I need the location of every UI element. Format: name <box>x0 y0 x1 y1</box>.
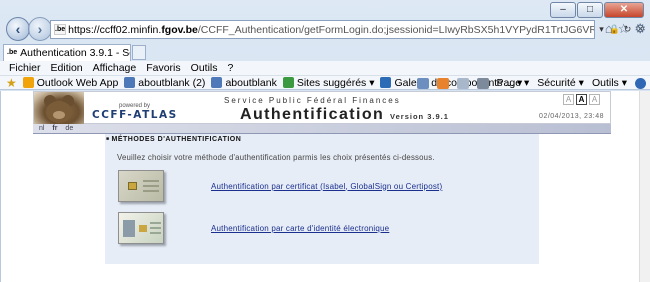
tab-bar: .be Authentication 3.9.1 - Ser... ✕ <box>0 43 650 61</box>
command-bar: Page ▾ Sécurité ▾ Outils ▾ <box>409 76 646 90</box>
method-certificate: Authentification par certificat (Isabel,… <box>118 170 442 202</box>
suggested-sites-icon <box>282 77 294 88</box>
menu-edition[interactable]: Edition <box>51 62 83 74</box>
tab-authentication[interactable]: .be Authentication 3.9.1 - Ser... ✕ <box>3 44 131 61</box>
date-time: 02/04/2013, 23:48 <box>539 113 604 120</box>
page-header: powered by CCFF-ATLAS Service Public Féd… <box>33 91 611 125</box>
favorites-add-icon[interactable]: ★ <box>6 76 17 90</box>
page-title: Authentification Version 3.9.1 <box>240 106 449 124</box>
title-text: Authentification <box>240 106 385 123</box>
certificate-auth-link[interactable]: Authentification par certificat (Isabel,… <box>211 182 442 191</box>
eid-auth-link[interactable]: Authentification par carte d'identité él… <box>211 224 389 233</box>
menu-help[interactable]: ? <box>228 62 234 74</box>
text-size-medium[interactable]: A <box>576 94 587 105</box>
version-label: Version 3.9.1 <box>390 112 449 121</box>
favorites-star-icon[interactable]: ☆ <box>618 21 630 37</box>
lang-de[interactable]: de <box>65 125 73 132</box>
url-prefix: https://ccff02.minfin. <box>68 23 162 36</box>
menu-bar: Fichier Edition Affichage Favoris Outils… <box>0 61 650 76</box>
logo-name: CCFF-ATLAS <box>92 109 178 121</box>
intro-text: Veuillez choisir votre méthode d'authent… <box>117 153 435 162</box>
page-icon <box>124 77 136 88</box>
url-path: /CCFF_Authentication/getFormLogin.do;jse… <box>197 23 594 36</box>
back-button[interactable]: ‹ <box>6 17 30 41</box>
favorites-bar: ★ Outlook Web App aboutblank (2) aboutbl… <box>0 76 650 90</box>
forward-button[interactable]: › <box>28 17 52 41</box>
window-controls: – □ ✕ <box>549 2 644 18</box>
lang-fr[interactable]: fr <box>52 125 57 132</box>
security-menu[interactable]: Sécurité ▾ <box>537 77 584 89</box>
feeds-icon[interactable] <box>436 77 449 89</box>
navigation-bar: ‹ › .be https://ccff02.minfin. fgov.be/CC… <box>0 17 650 43</box>
menu-outils[interactable]: Outils <box>191 62 218 74</box>
help-icon[interactable] <box>635 77 646 89</box>
outlook-icon <box>22 77 34 88</box>
page-content: powered by CCFF-ATLAS Service Public Féd… <box>0 91 650 282</box>
new-tab-button[interactable] <box>132 45 146 60</box>
tab-favicon: .be <box>7 48 18 56</box>
home-icon[interactable]: ⌂ <box>605 21 613 37</box>
text-size-large[interactable]: A <box>589 94 600 105</box>
favorite-aboutblank-2[interactable]: aboutblank (2) <box>124 77 205 89</box>
home-command-icon[interactable] <box>416 77 429 89</box>
ccff-atlas-logo: powered by CCFF-ATLAS <box>92 103 178 121</box>
settings-gear-icon[interactable]: ⚙ <box>634 21 646 37</box>
menu-fichier[interactable]: Fichier <box>9 62 41 74</box>
mail-icon[interactable] <box>456 77 469 89</box>
auth-methods-panel: MÉTHODES D'AUTHENTIFICATION Veuillez cho… <box>105 134 539 264</box>
favorite-aboutblank[interactable]: aboutblank <box>211 77 277 89</box>
tab-title: Authentication 3.9.1 - Ser... <box>20 47 130 59</box>
lang-nl[interactable]: nl <box>39 125 44 132</box>
minimize-button[interactable]: – <box>550 2 576 18</box>
page-menu[interactable]: Page ▾ <box>497 77 530 89</box>
page-icon <box>211 77 223 88</box>
vertical-scrollbar[interactable] <box>639 91 650 282</box>
language-bar: nl fr de <box>33 124 611 134</box>
tools-menu[interactable]: Outils ▾ <box>592 77 627 89</box>
site-favicon: .be <box>54 24 67 35</box>
eid-card-icon[interactable] <box>118 212 164 244</box>
maximize-button[interactable]: □ <box>577 2 603 18</box>
browser-icons: ⌂ ☆ ⚙ <box>605 21 646 37</box>
print-icon[interactable] <box>476 77 489 89</box>
menu-affichage[interactable]: Affichage <box>93 62 137 74</box>
text-size-selector: A A A <box>561 94 600 105</box>
method-eid: Authentification par carte d'identité él… <box>118 212 389 244</box>
gallery-icon <box>380 77 392 88</box>
menu-favoris[interactable]: Favoris <box>146 62 180 74</box>
url-domain: fgov.be <box>161 23 198 36</box>
close-window-button[interactable]: ✕ <box>604 2 644 18</box>
certificate-card-icon[interactable] <box>118 170 164 202</box>
text-size-small[interactable]: A <box>563 94 574 105</box>
favorite-suggested-sites[interactable]: Sites suggérés ▾ <box>282 77 374 89</box>
favorite-outlook[interactable]: Outlook Web App <box>22 77 118 89</box>
address-bar[interactable]: .be https://ccff02.minfin. fgov.be/CCFF_A… <box>50 20 595 39</box>
teddy-bear-image <box>34 92 84 125</box>
browser-window: – □ ✕ ‹ › .be https://ccff02.minfin. fgov… <box>0 0 650 282</box>
organization-name: Service Public Fédéral Finances <box>224 96 401 105</box>
section-title: MÉTHODES D'AUTHENTIFICATION <box>105 136 539 147</box>
